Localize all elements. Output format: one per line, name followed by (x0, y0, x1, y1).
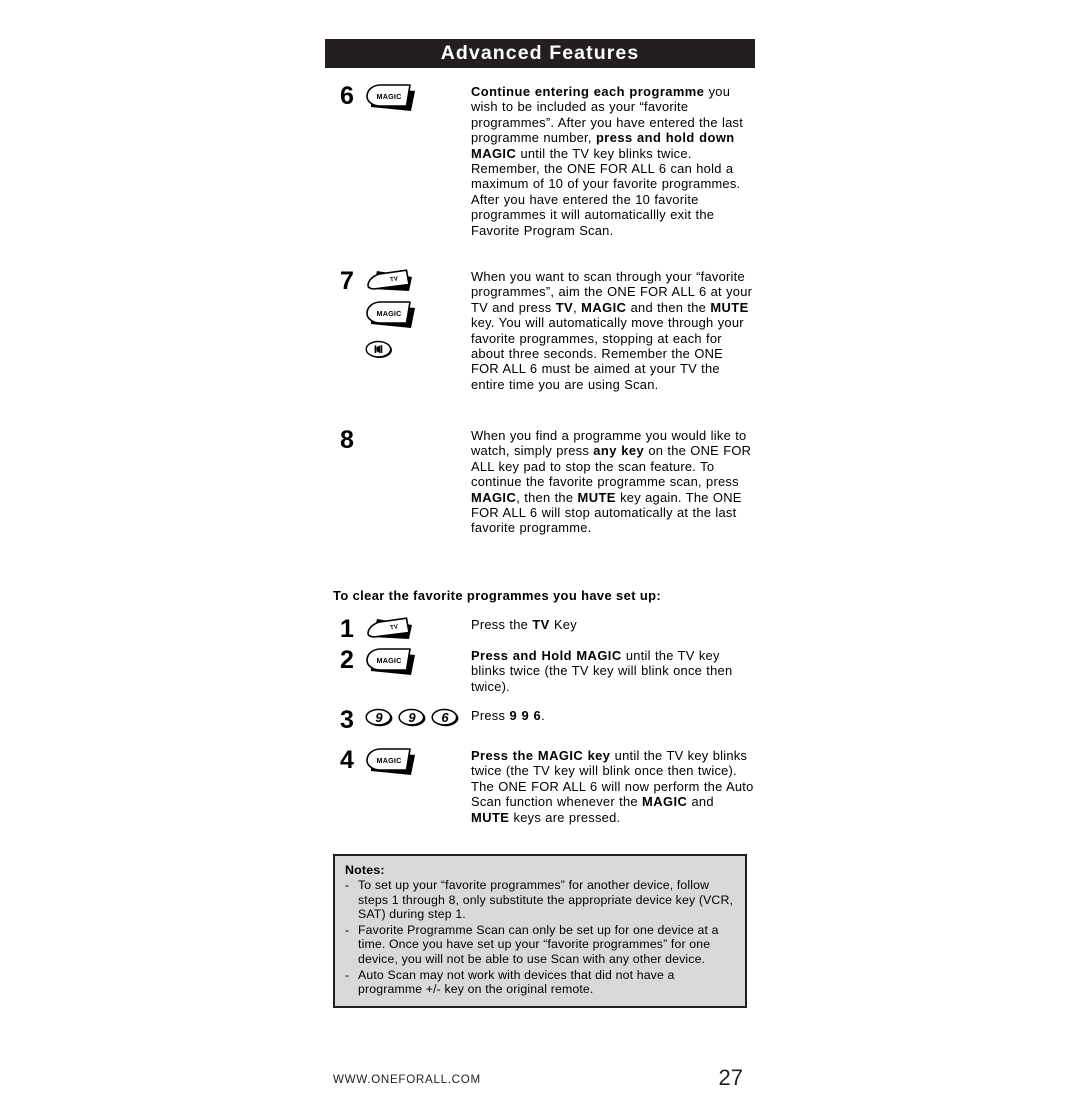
step-number: 8 (340, 426, 354, 454)
notes-title: Notes: (345, 863, 385, 877)
tv-key-icon: TV (365, 617, 417, 641)
notes-box: Notes: - To set up your “favorite program… (333, 854, 747, 1008)
mute-key-icon (365, 340, 393, 359)
step-instruction-text: Press the MAGIC key until the TV key bli… (471, 748, 754, 825)
tv-key-icon: TV (365, 269, 417, 293)
step-key-icons: MAGIC (365, 648, 470, 687)
note-bullet-dash: - (345, 967, 350, 982)
step-instruction-text: Press 9 9 6. (471, 708, 546, 723)
note-item: - Auto Scan may not work with devices tha… (345, 968, 735, 997)
step-key-icons: MAGIC (365, 84, 470, 123)
number-key-icon: 9 (398, 708, 426, 727)
note-text: Auto Scan may not work with devices that… (358, 967, 675, 997)
step-instruction-text: Press and Hold MAGIC until the TV key bl… (471, 648, 733, 694)
note-bullet-dash: - (345, 878, 350, 892)
page-header-banner: Advanced Features (325, 39, 755, 68)
page-number: 27 (718, 1065, 743, 1090)
notes-item-list: - To set up your “favorite programmes” fo… (345, 878, 735, 997)
step-key-icons: MAGIC (365, 748, 470, 787)
number-key-icon: 9 (365, 708, 393, 727)
note-text: To set up your “favorite programmes” for… (358, 878, 734, 922)
page-title: Advanced Features (440, 42, 640, 64)
step-instruction-text: Press the TV Key (471, 617, 577, 632)
key-icon-wrapper: MAGIC (365, 84, 470, 115)
magic-key-icon: MAGIC (365, 748, 421, 779)
key-icon-wrapper: TV (365, 269, 470, 293)
number-key-icon: 6 (431, 708, 459, 727)
note-text: Favorite Programme Scan can only be set … (358, 922, 719, 966)
step-instruction-text: When you find a programme you would like… (471, 428, 752, 536)
clear-favorites-heading: To clear the favorite programmes you hav… (333, 588, 662, 603)
step-number: 2 (340, 646, 354, 674)
magic-key-icon: MAGIC (365, 84, 421, 115)
number-key-row: 996 (365, 708, 464, 727)
key-icon-wrapper: MAGIC (365, 648, 470, 679)
footer-website-url: WWW.ONEFORALL.COM (333, 1073, 481, 1086)
step-key-icons: 996 (365, 708, 470, 727)
key-icon-wrapper: MAGIC (365, 301, 470, 332)
manual-page: Advanced Features 6 MAGIC Continue enterin… (325, 0, 755, 1115)
step-instruction-text: When you want to scan through your “favo… (471, 269, 753, 392)
note-item: - To set up your “favorite programmes” fo… (345, 878, 735, 922)
step-number: 4 (340, 746, 354, 774)
key-icon-wrapper (365, 340, 470, 359)
key-icon-wrapper: TV (365, 617, 470, 641)
step-number: 1 (340, 615, 354, 643)
step-key-icons: TV MAGIC (365, 269, 470, 367)
note-item: - Favorite Programme Scan can only be set… (345, 923, 735, 967)
magic-key-icon: MAGIC (365, 648, 421, 679)
step-instruction-text: Continue entering each programme you wis… (471, 84, 744, 238)
magic-key-icon: MAGIC (365, 301, 421, 332)
step-number: 7 (340, 267, 354, 295)
step-number: 6 (340, 82, 354, 110)
key-icon-wrapper: MAGIC (365, 748, 470, 779)
step-key-icons: TV (365, 617, 470, 649)
note-bullet-dash: - (345, 922, 350, 937)
step-number: 3 (340, 706, 354, 734)
